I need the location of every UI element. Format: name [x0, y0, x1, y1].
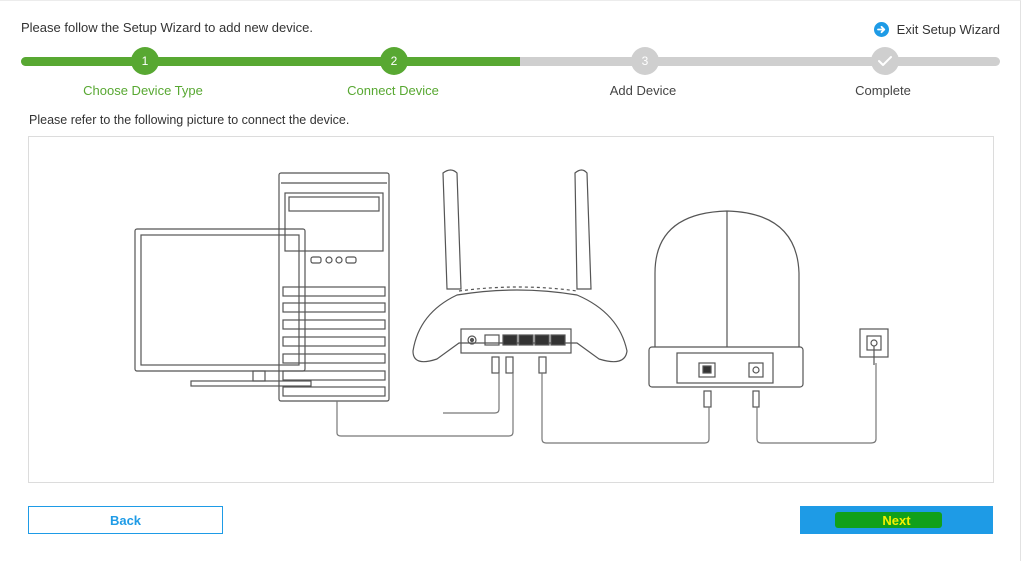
connection-instruction: Please refer to the following picture to…	[29, 113, 350, 127]
power-outlet-icon	[859, 328, 889, 365]
exit-setup-wizard-label: Exit Setup Wizard	[896, 22, 1000, 37]
step-3-indicator: 3	[631, 47, 659, 75]
cable-connectors	[491, 356, 760, 408]
connection-illustration	[134, 169, 889, 444]
computer-tower-icon	[278, 172, 390, 402]
wizard-intro-text: Please follow the Setup Wizard to add ne…	[21, 20, 313, 35]
step-2-label: Connect Device	[347, 83, 439, 98]
back-button[interactable]: Back	[28, 506, 223, 534]
cables	[336, 363, 877, 444]
progress-track-fill	[21, 57, 520, 66]
exit-setup-wizard-link[interactable]: Exit Setup Wizard	[873, 22, 1000, 37]
step-4-indicator	[871, 47, 899, 75]
step-4-label: Complete	[855, 83, 911, 98]
connection-diagram	[28, 136, 994, 483]
step-1-indicator: 1	[131, 47, 159, 75]
camera-icon	[648, 210, 804, 388]
step-2-indicator: 2	[380, 47, 408, 75]
router-icon	[412, 169, 628, 363]
checkmark-icon	[878, 56, 892, 66]
next-button[interactable]: Next	[800, 506, 993, 534]
arrow-right-circle-icon	[873, 22, 889, 37]
step-3-label: Add Device	[609, 83, 677, 98]
step-1-label: Choose Device Type	[83, 83, 203, 98]
next-button-label: Next	[882, 512, 911, 528]
